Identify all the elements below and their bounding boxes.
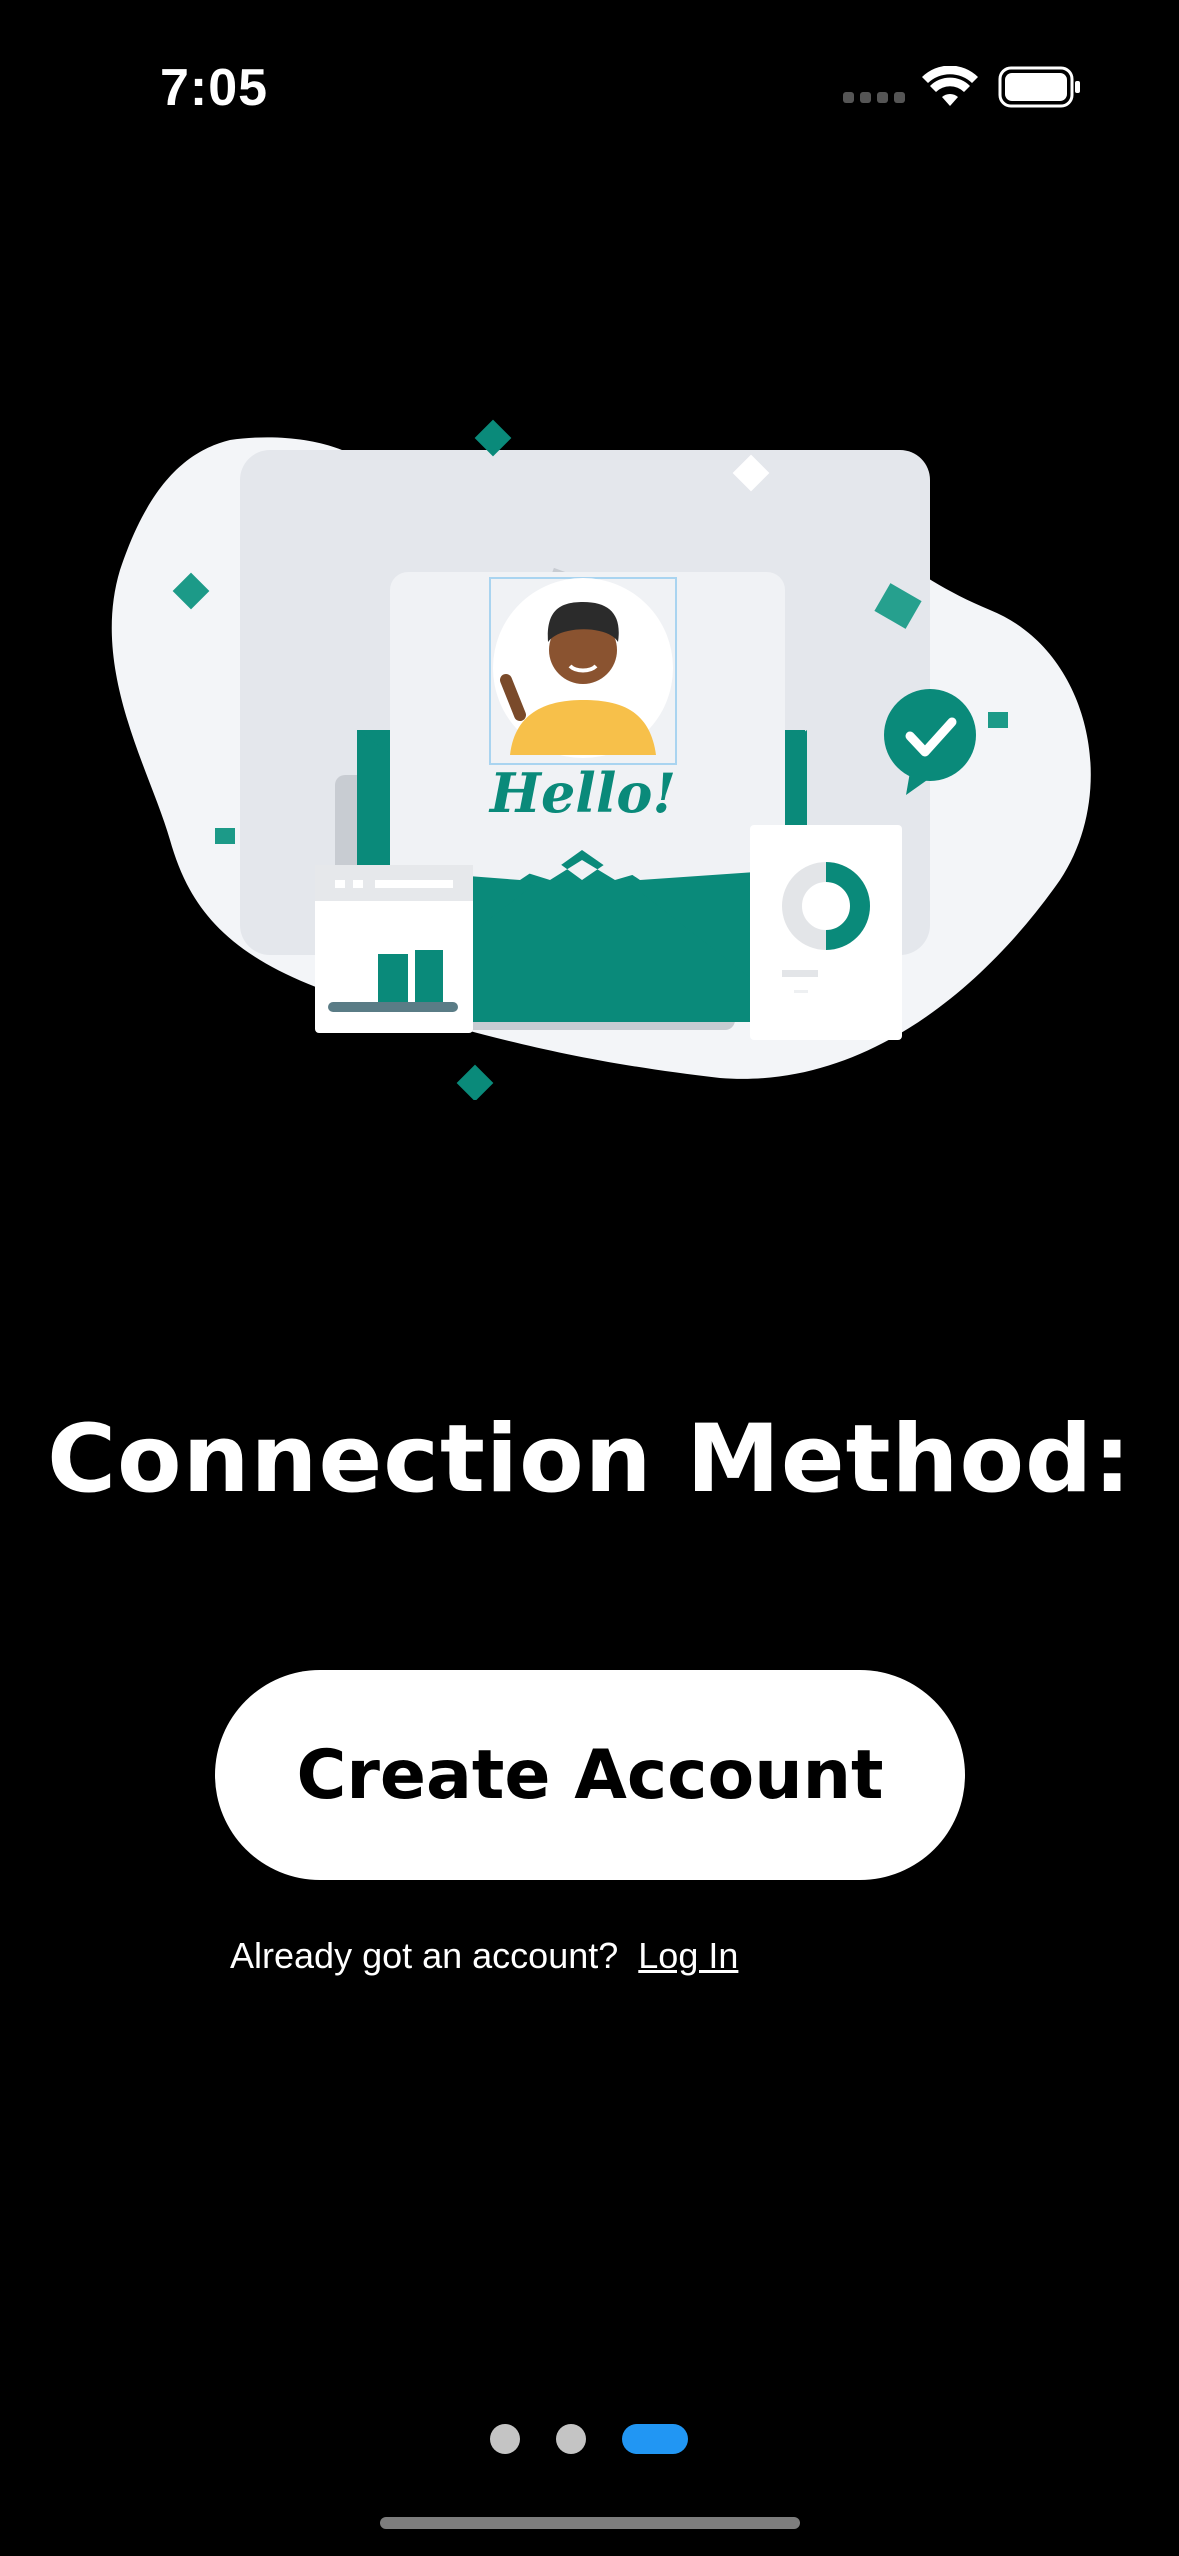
status-time: 7:05 [160, 59, 269, 117]
login-prompt-text: Already got an account? [230, 1935, 619, 1976]
wifi-icon [922, 66, 978, 106]
page-dot-1[interactable] [490, 2424, 520, 2454]
page-title: Connection Method: [47, 1405, 1132, 1514]
page-indicator [0, 2420, 1179, 2460]
bar-chart-card-icon [315, 865, 473, 1033]
home-indicator[interactable] [380, 2517, 800, 2529]
confetti-piece [988, 712, 1008, 728]
donut-chart-card-icon [750, 825, 902, 1040]
confetti-piece [456, 1064, 494, 1100]
page-dot-2[interactable] [556, 2424, 586, 2454]
create-account-button[interactable]: Create Account [215, 1670, 965, 1880]
log-in-link[interactable]: Log In [638, 1935, 738, 1976]
battery-icon [998, 66, 1080, 108]
cellular-signal-icon [843, 92, 905, 104]
page-dot-3-active[interactable] [622, 2424, 688, 2454]
avatar-waving-icon [489, 577, 677, 765]
welcome-illustration: Hello! [111, 419, 1091, 1100]
login-prompt-row: Already got an account? Log In [230, 1935, 738, 1977]
confetti-piece [215, 828, 235, 844]
hello-text: Hello! [488, 761, 676, 825]
status-bar: 7:05 [0, 0, 1179, 170]
